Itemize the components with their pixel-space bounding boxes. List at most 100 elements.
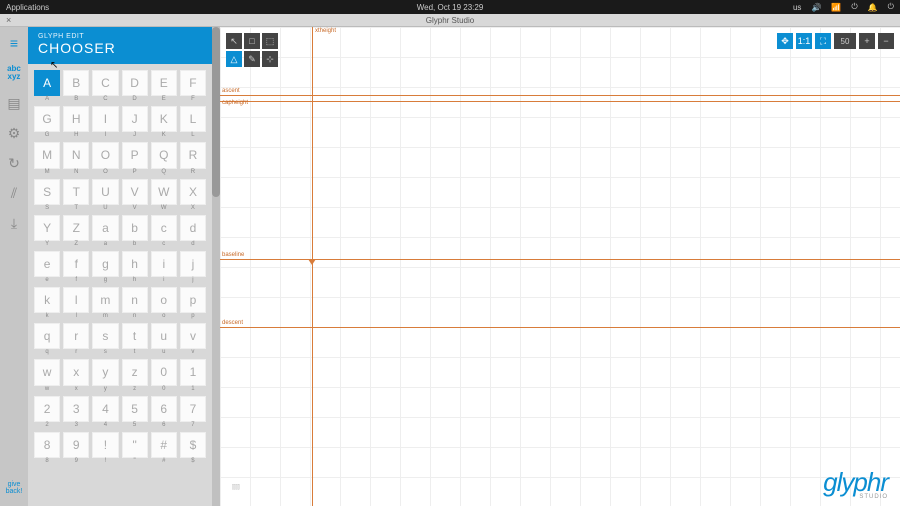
glyph-cell[interactable]: Z [63, 215, 89, 241]
applications-menu[interactable]: Applications [6, 3, 49, 12]
glyphs-icon[interactable]: abcxyz [4, 63, 24, 83]
history-icon[interactable]: ↻ [4, 153, 24, 173]
glyph-cell[interactable]: M [34, 142, 60, 168]
glyph-cell[interactable]: B [63, 70, 89, 96]
pointer-tool[interactable]: ↖ [226, 33, 242, 49]
chooser-scrollbar-thumb[interactable] [212, 27, 220, 197]
glyph-cell[interactable]: Y [34, 215, 60, 241]
power-icon[interactable]: ⏻ [888, 2, 894, 12]
glyph-cell[interactable]: T [63, 179, 89, 205]
glyph-cell[interactable]: e [34, 251, 60, 277]
glyph-cell[interactable]: c [151, 215, 177, 241]
node-tool[interactable]: ⊹ [262, 51, 278, 67]
glyph-cell[interactable]: 1 [180, 359, 206, 385]
zoom-fit-button[interactable]: ⛶ [815, 33, 831, 49]
glyph-cell[interactable]: q [34, 323, 60, 349]
glyph-cell[interactable]: g [92, 251, 118, 277]
glyph-cell[interactable]: K [151, 106, 177, 132]
clock: Wed, Oct 19 23:29 [417, 3, 484, 12]
glyph-cell[interactable]: 7 [180, 396, 206, 422]
battery-icon[interactable]: ⏻ [851, 2, 857, 12]
glyph-cell[interactable]: o [151, 287, 177, 313]
glyph-cell[interactable]: L [180, 106, 206, 132]
glyph-cell[interactable]: A [34, 70, 60, 96]
glyph-cell[interactable]: S [34, 179, 60, 205]
keyboard-indicator[interactable]: us [793, 3, 801, 12]
glyph-cell[interactable]: D [122, 70, 148, 96]
glyph-cell[interactable]: v [180, 323, 206, 349]
glyph-cell[interactable]: H [63, 106, 89, 132]
pan-tool[interactable]: ✥ [777, 33, 793, 49]
glyph-cell[interactable]: f [63, 251, 89, 277]
zoom-1to1-button[interactable]: 1:1 [796, 33, 812, 49]
volume-icon[interactable]: 🔊 [811, 3, 821, 12]
hamburger-icon[interactable]: ≡ [4, 33, 24, 53]
glyph-cell[interactable]: P [122, 142, 148, 168]
glyph-cell[interactable]: 5 [122, 396, 148, 422]
chooser-scrollbar[interactable] [212, 27, 220, 506]
glyph-cell[interactable]: V [122, 179, 148, 205]
glyph-cell[interactable]: 9 [63, 432, 89, 458]
glyph-cell[interactable]: F [180, 70, 206, 96]
glyph-cell[interactable]: E [151, 70, 177, 96]
glyph-cell[interactable]: r [63, 323, 89, 349]
glyph-cell[interactable]: G [34, 106, 60, 132]
settings-icon[interactable]: ⚙ [4, 123, 24, 143]
glyph-cell[interactable]: U [92, 179, 118, 205]
glyph-cell[interactable]: w [34, 359, 60, 385]
glyph-cell[interactable]: Q [151, 142, 177, 168]
glyph-cell[interactable]: C [92, 70, 118, 96]
glyph-cell[interactable]: # [151, 432, 177, 458]
window-close-button[interactable]: × [6, 15, 11, 25]
notifications-icon[interactable]: 🔔 [868, 3, 878, 12]
glyph-cell[interactable]: 3 [63, 396, 89, 422]
edit-canvas[interactable]: xtheight ascent capheight baseline desce… [220, 27, 900, 506]
glyph-label: F [180, 96, 206, 102]
glyph-cell[interactable]: X [180, 179, 206, 205]
glyph-cell[interactable]: " [122, 432, 148, 458]
shape-tool[interactable]: △ [226, 51, 242, 67]
glyph-cell[interactable]: R [180, 142, 206, 168]
guides-icon[interactable]: ⫽ [4, 183, 24, 203]
glyph-cell[interactable]: 0 [151, 359, 177, 385]
network-icon[interactable]: 📶 [831, 3, 841, 12]
select-tool[interactable]: ⬚ [262, 33, 278, 49]
pen-tool[interactable]: ✎ [244, 51, 260, 67]
glyph-cell[interactable]: ! [92, 432, 118, 458]
layers-icon[interactable]: ▤ [4, 93, 24, 113]
glyph-cell[interactable]: 6 [151, 396, 177, 422]
glyph-cell[interactable]: l [63, 287, 89, 313]
glyph-cell[interactable]: p [180, 287, 206, 313]
give-back-link[interactable]: giveback! [6, 481, 23, 496]
glyph-cell[interactable]: h [122, 251, 148, 277]
glyph-cell[interactable]: 2 [34, 396, 60, 422]
glyph-cell[interactable]: I [92, 106, 118, 132]
zoom-out-button[interactable]: − [878, 33, 894, 49]
glyph-cell[interactable]: J [122, 106, 148, 132]
glyph-cell[interactable]: j [180, 251, 206, 277]
glyph-cell[interactable]: N [63, 142, 89, 168]
glyph-cell[interactable]: x [63, 359, 89, 385]
glyph-cell[interactable]: O [92, 142, 118, 168]
glyph-cell[interactable]: 8 [34, 432, 60, 458]
glyph-cell[interactable]: i [151, 251, 177, 277]
glyph-cell[interactable]: W [151, 179, 177, 205]
zoom-in-button[interactable]: + [859, 33, 875, 49]
export-icon[interactable]: ⤓ [4, 213, 24, 233]
glyph-cell[interactable]: z [122, 359, 148, 385]
glyph-cell[interactable]: d [180, 215, 206, 241]
rect-tool[interactable]: □ [244, 33, 260, 49]
glyph-cell[interactable]: b [122, 215, 148, 241]
glyph-cell[interactable]: y [92, 359, 118, 385]
glyph-label: " [121, 458, 147, 464]
glyph-cell[interactable]: n [122, 287, 148, 313]
glyph-cell[interactable]: $ [180, 432, 206, 458]
glyph-cell[interactable]: a [92, 215, 118, 241]
glyph-cell[interactable]: t [122, 323, 148, 349]
glyph-cell[interactable]: k [34, 287, 60, 313]
glyph-cell[interactable]: u [151, 323, 177, 349]
chooser-body[interactable]: ABCDEFABCDEFGHIJKLGHIJKLMNOPQRMNOPQRSTUV… [28, 64, 212, 506]
glyph-cell[interactable]: s [92, 323, 118, 349]
glyph-cell[interactable]: m [92, 287, 118, 313]
glyph-cell[interactable]: 4 [92, 396, 118, 422]
